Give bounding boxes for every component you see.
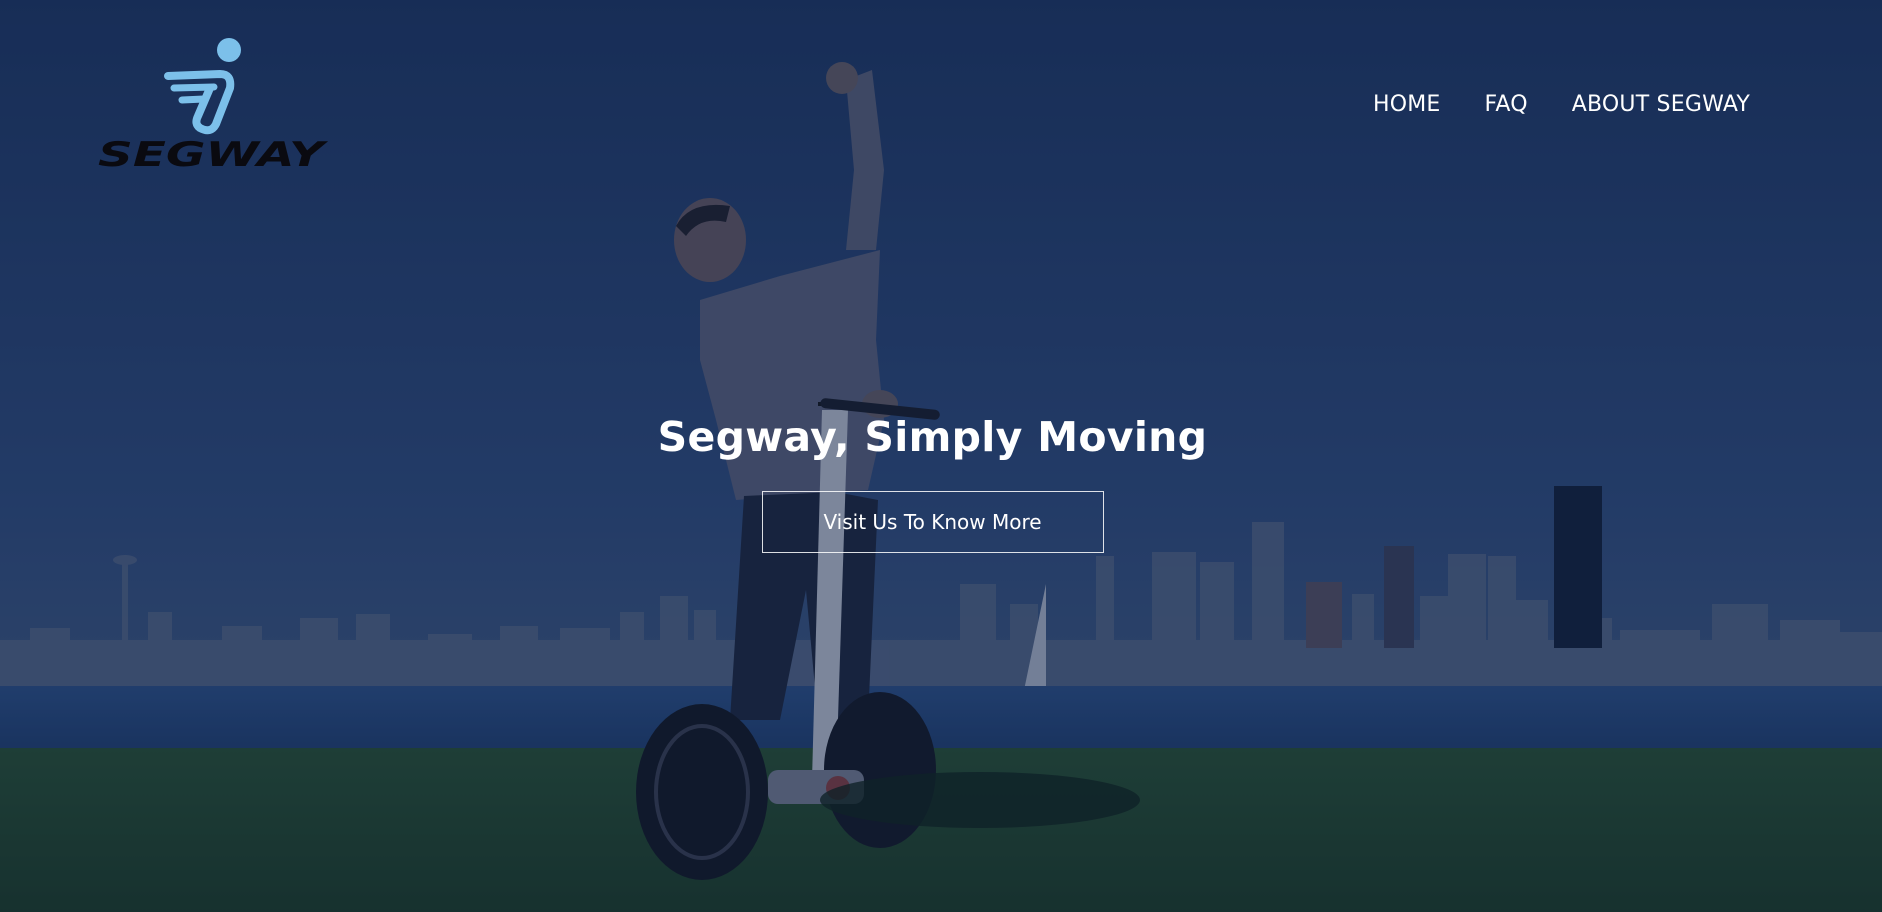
nav-item-faq[interactable]: FAQ (1485, 92, 1528, 117)
visit-us-button[interactable]: Visit Us To Know More (761, 491, 1104, 553)
hero-section: SEGWAY HOME FAQ ABOUT SEGWAY Segway, Sim… (0, 0, 1882, 912)
segway-logo[interactable]: SEGWAY (98, 36, 329, 175)
main-nav: HOME FAQ ABOUT SEGWAY (1373, 92, 1750, 117)
segway-wordmark: SEGWAY (98, 135, 328, 172)
nav-item-about-segway[interactable]: ABOUT SEGWAY (1572, 92, 1750, 117)
nav-item-home[interactable]: HOME (1373, 92, 1441, 117)
hero-title: Segway, Simply Moving (657, 413, 1208, 461)
hero-content: Segway, Simply Moving Visit Us To Know M… (0, 413, 1865, 553)
segway-rider-icon: SEGWAY (98, 38, 329, 175)
